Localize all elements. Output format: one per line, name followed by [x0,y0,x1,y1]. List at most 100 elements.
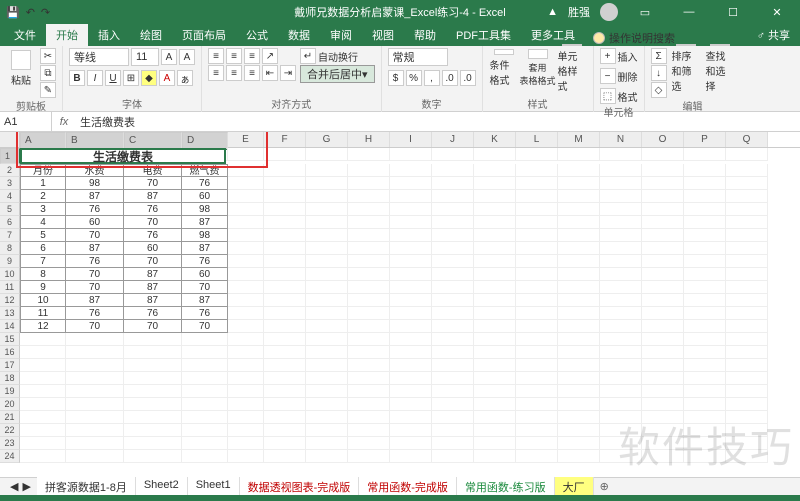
cell[interactable] [600,359,642,372]
cell[interactable] [182,424,228,437]
cell[interactable] [726,255,768,268]
cell[interactable] [432,255,474,268]
cell[interactable] [228,281,264,294]
cell[interactable]: 87 [66,294,124,307]
col-header[interactable]: M [558,132,600,147]
col-header[interactable]: L [516,132,558,147]
cell[interactable] [432,385,474,398]
tab-页面布局[interactable]: 页面布局 [172,24,236,46]
cell[interactable] [390,255,432,268]
cell[interactable] [432,216,474,229]
tab-PDF工具集[interactable]: PDF工具集 [446,24,521,46]
italic-button[interactable]: I [87,70,103,86]
cell[interactable] [474,229,516,242]
cell[interactable] [182,333,228,346]
cell[interactable] [66,385,124,398]
cell[interactable] [474,372,516,385]
cell[interactable] [348,398,390,411]
find-select-button[interactable]: 查找和选择 [705,48,735,88]
cell[interactable]: 燃气费 [182,164,228,177]
cell[interactable]: 76 [66,255,124,268]
cell[interactable] [474,398,516,411]
cell[interactable] [684,320,726,333]
cell[interactable] [348,229,390,242]
cell[interactable] [264,203,306,216]
cell[interactable] [642,190,684,203]
cell[interactable] [726,177,768,190]
cell[interactable] [726,190,768,203]
cell[interactable] [348,255,390,268]
cell[interactable] [66,398,124,411]
row-header[interactable]: 24 [0,450,20,463]
cell[interactable] [348,177,390,190]
cell[interactable] [20,398,66,411]
cell[interactable]: 6 [20,242,66,255]
minimize-button[interactable]: — [672,6,706,18]
cell[interactable]: 10 [20,294,66,307]
cell[interactable] [348,385,390,398]
cell[interactable] [228,320,264,333]
number-format-select[interactable]: 常规 [388,48,448,66]
cell[interactable] [726,164,768,177]
cell[interactable] [726,294,768,307]
cell[interactable]: 76 [182,177,228,190]
cell[interactable] [228,229,264,242]
cell[interactable] [228,203,264,216]
cell[interactable]: 76 [124,307,182,320]
cell[interactable] [124,333,182,346]
cell[interactable] [600,385,642,398]
cell[interactable] [684,148,726,161]
cell[interactable] [642,346,684,359]
cell[interactable] [600,216,642,229]
cell[interactable] [228,450,264,463]
cell[interactable] [20,372,66,385]
cell[interactable] [684,346,726,359]
cell[interactable] [600,255,642,268]
cell[interactable] [264,242,306,255]
cell[interactable] [474,359,516,372]
cell[interactable]: 98 [182,203,228,216]
cell[interactable] [264,385,306,398]
cell[interactable]: 87 [182,216,228,229]
cell[interactable] [684,255,726,268]
name-box[interactable]: A1 [0,112,52,131]
cell[interactable]: 电费 [124,164,182,177]
cell[interactable] [432,281,474,294]
cell[interactable] [600,346,642,359]
cell[interactable] [390,307,432,320]
cell[interactable]: 87 [124,190,182,203]
cell[interactable] [600,164,642,177]
cell[interactable]: 87 [124,268,182,281]
cell[interactable] [516,281,558,294]
cell[interactable] [348,190,390,203]
cell[interactable] [642,294,684,307]
cell[interactable] [642,398,684,411]
sheet-tab[interactable]: 大厂 [555,477,594,497]
cell[interactable] [432,148,474,161]
cell[interactable] [124,372,182,385]
cell[interactable] [474,346,516,359]
cell[interactable] [228,346,264,359]
cell[interactable] [306,424,348,437]
cell[interactable] [474,255,516,268]
cell[interactable] [432,203,474,216]
col-header[interactable]: N [600,132,642,147]
cell[interactable] [474,385,516,398]
cell[interactable]: 76 [182,255,228,268]
row-header[interactable]: 23 [0,437,20,450]
cell[interactable] [474,333,516,346]
cell[interactable] [228,307,264,320]
cell[interactable] [264,255,306,268]
cell[interactable] [228,268,264,281]
cell[interactable] [558,203,600,216]
cell[interactable] [516,242,558,255]
tab-文件[interactable]: 文件 [4,24,46,46]
cell[interactable] [182,437,228,450]
cell[interactable] [264,437,306,450]
cell[interactable] [432,320,474,333]
align-mid-icon[interactable]: ≡ [226,48,242,64]
cell[interactable] [600,190,642,203]
cell[interactable] [264,268,306,281]
cell[interactable] [516,372,558,385]
align-center-icon[interactable]: ≡ [226,65,242,81]
